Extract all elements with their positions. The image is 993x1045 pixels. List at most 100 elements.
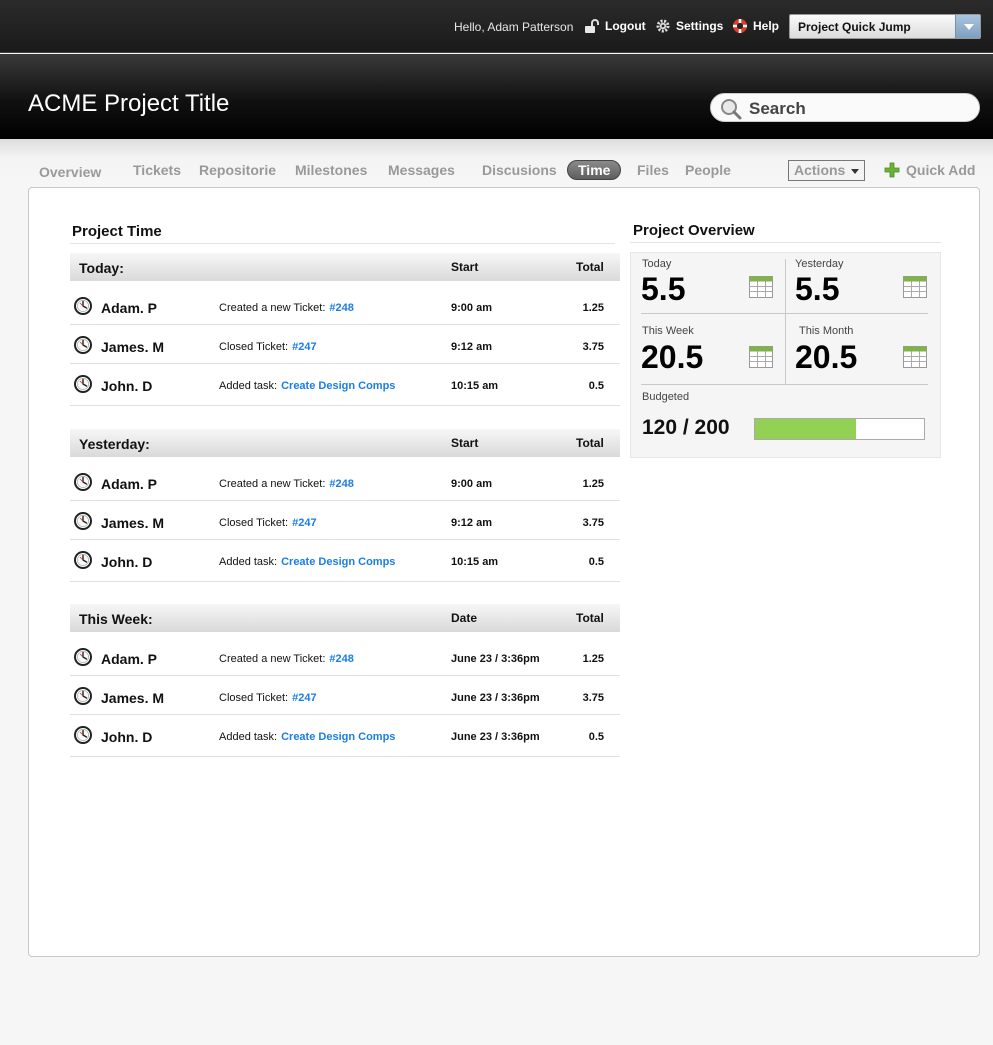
clock-icon	[74, 297, 92, 315]
search-input[interactable]: Search	[710, 93, 980, 122]
time-value: 9:00 am	[451, 478, 492, 490]
activity-link[interactable]: #248	[329, 653, 353, 665]
tab-overview[interactable]: Overview	[39, 164, 101, 180]
project-time-title: Project Time	[72, 223, 162, 240]
activity-link[interactable]: #248	[329, 302, 353, 314]
column-header: Start	[451, 436, 479, 450]
activity-link[interactable]: #247	[292, 341, 316, 353]
project-quick-jump-select[interactable]: Project Quick Jump	[789, 14, 981, 39]
user-name: John. D	[101, 554, 153, 570]
table-row: John. D Added task: Create Design Comps 10:…	[70, 541, 620, 582]
group-name: Yesterday:	[79, 436, 150, 452]
activity-label: Closed Ticket:	[219, 692, 289, 704]
yesterday-value: 5.5	[795, 271, 840, 307]
column-header: Start	[451, 260, 479, 274]
week-value: 20.5	[641, 339, 704, 375]
budget-progress-fill	[755, 419, 857, 439]
group-header: This Week: Date Total	[70, 604, 620, 632]
clock-icon	[74, 512, 92, 530]
user-name: Adam. P	[101, 651, 158, 667]
user-name: James. M	[101, 515, 165, 531]
tab-tickets[interactable]: Tickets	[133, 162, 181, 178]
search-placeholder: Search	[749, 99, 806, 118]
time-value: 10:15 am	[451, 380, 499, 392]
total-value: 1.25	[582, 478, 604, 490]
activity-label: Added task:	[219, 556, 278, 568]
time-value: 9:00 am	[451, 302, 492, 314]
activity-link[interactable]: Create Design Comps	[281, 731, 395, 743]
activity-text: Created a new Ticket: #248	[219, 653, 354, 665]
time-value: June 23 / 3:36pm	[451, 731, 540, 743]
table-row: Adam. P Created a new Ticket: #248 June 23 …	[70, 638, 620, 676]
total-value: 3.75	[582, 517, 604, 529]
activity-text: Created a new Ticket: #248	[219, 302, 354, 314]
spreadsheet-icon[interactable]	[903, 346, 927, 368]
table-row: James. M Closed Ticket: #247 June 23 / 3:36…	[70, 677, 620, 715]
tab-people[interactable]: People	[685, 162, 731, 178]
table-row: Adam. P Created a new Ticket: #248 9:00 am 1…	[70, 287, 620, 325]
activity-link[interactable]: #247	[292, 692, 316, 704]
quick-jump-label: Project Quick Jump	[798, 20, 911, 34]
chevron-down-icon[interactable]	[955, 15, 980, 38]
yesterday-label: Yesterday	[795, 258, 844, 270]
group-name: This Week:	[79, 611, 153, 627]
tab-repositories[interactable]: Repositorie	[199, 162, 276, 178]
clock-icon	[74, 726, 92, 744]
tab-time[interactable]: Time	[567, 160, 622, 180]
activity-label: Closed Ticket:	[219, 341, 289, 353]
tab-discussions[interactable]: Discusions	[482, 162, 557, 178]
quick-add-button[interactable]: Quick Add	[884, 162, 976, 178]
tab-messages[interactable]: Messages	[388, 162, 455, 178]
top-bar: Hello, Adam Patterson Logout Settings He…	[0, 0, 993, 53]
page-title: ACME Project Title	[28, 90, 230, 117]
activity-link[interactable]: #247	[292, 517, 316, 529]
clock-icon	[74, 336, 92, 354]
activity-link[interactable]: #248	[329, 478, 353, 490]
logout-link[interactable]: Logout	[584, 18, 646, 34]
total-value: 0.5	[588, 556, 604, 568]
divider	[641, 313, 928, 314]
actions-dropdown[interactable]: Actions	[788, 160, 865, 181]
table-row: James. M Closed Ticket: #247 9:12 am 3.75	[70, 326, 620, 364]
activity-link[interactable]: Create Design Comps	[281, 556, 395, 568]
clock-icon	[74, 687, 92, 705]
lifebuoy-icon	[733, 19, 747, 33]
plus-icon	[884, 162, 900, 178]
total-value: 1.25	[582, 653, 604, 665]
help-link[interactable]: Help	[732, 18, 779, 34]
group-header: Today: Start Total	[70, 253, 620, 281]
activity-label: Created a new Ticket:	[219, 478, 326, 490]
table-row: James. M Closed Ticket: #247 9:12 am 3.75	[70, 502, 620, 540]
spreadsheet-icon[interactable]	[903, 276, 927, 298]
clock-icon	[74, 648, 92, 666]
tab-milestones[interactable]: Milestones	[295, 162, 367, 178]
user-name: John. D	[101, 378, 153, 394]
time-value: 9:12 am	[451, 341, 492, 353]
greeting-text: Hello, Adam Patterson	[454, 20, 574, 34]
tab-files[interactable]: Files	[637, 162, 669, 178]
activity-text: Created a new Ticket: #248	[219, 478, 354, 490]
budget-value: 120 / 200	[642, 416, 730, 439]
column-header: Total	[576, 260, 604, 274]
unlock-icon	[585, 19, 599, 33]
activity-text: Closed Ticket: #247	[219, 341, 317, 353]
budget-progress-bar	[754, 418, 925, 440]
month-label: This Month	[799, 325, 854, 337]
user-name: John. D	[101, 729, 153, 745]
budget-label: Budgeted	[642, 391, 690, 403]
clock-icon	[74, 473, 92, 491]
group-name: Today:	[79, 260, 124, 276]
activity-text: Added task: Create Design Comps	[219, 380, 395, 392]
activity-label: Closed Ticket:	[219, 517, 289, 529]
user-name: Adam. P	[101, 300, 158, 316]
gear-icon	[656, 19, 670, 33]
spreadsheet-icon[interactable]	[749, 346, 773, 368]
column-header: Date	[451, 611, 478, 625]
settings-link[interactable]: Settings	[655, 18, 723, 34]
total-value: 0.5	[588, 731, 604, 743]
spreadsheet-icon[interactable]	[749, 276, 773, 298]
activity-label: Created a new Ticket:	[219, 653, 326, 665]
table-row: John. D Added task: Create Design Comps Jun…	[70, 716, 620, 757]
user-name: James. M	[101, 690, 165, 706]
activity-link[interactable]: Create Design Comps	[281, 380, 395, 392]
